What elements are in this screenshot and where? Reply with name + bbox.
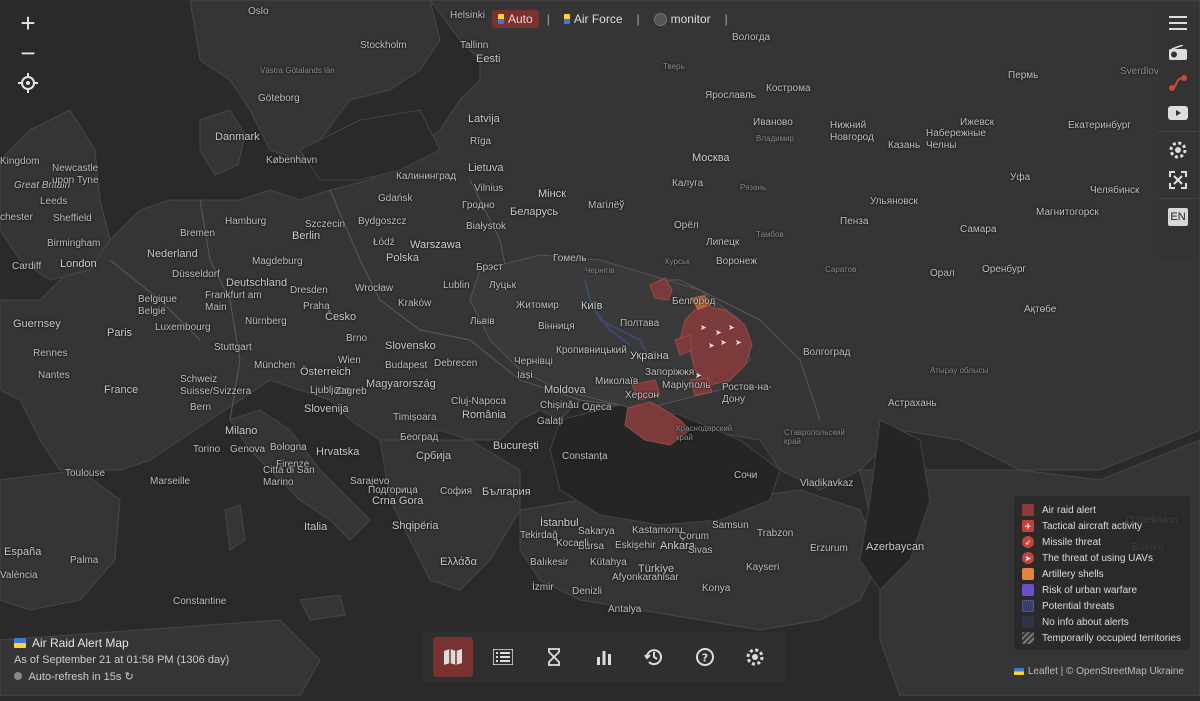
- divider: [1158, 131, 1198, 132]
- artillery-swatch: [1022, 568, 1034, 580]
- legend-item: No info about alerts: [1022, 614, 1182, 630]
- legend-item: ➤ The threat of using UAVs: [1022, 550, 1182, 566]
- language-label: EN: [1168, 208, 1188, 226]
- legend-label: Temporarily occupied territories: [1042, 632, 1181, 644]
- svg-text:➤: ➤: [715, 328, 722, 337]
- air-raid-alert-swatch: [1022, 504, 1034, 516]
- refresh-icon[interactable]: ↻: [124, 671, 133, 683]
- map-view-button[interactable]: [433, 637, 474, 677]
- mode-separator: |: [636, 12, 640, 26]
- radio-icon: [1169, 45, 1187, 60]
- mode-auto-button[interactable]: Auto: [492, 10, 539, 28]
- youtube-icon: [1168, 106, 1188, 120]
- urban-warfare-swatch: [1022, 584, 1034, 596]
- app-title: Air Raid Alert Map: [32, 636, 129, 650]
- no-info-swatch: [1022, 616, 1034, 628]
- gear-icon: [746, 648, 764, 666]
- auto-refresh-text: Auto-refresh in 15s: [28, 671, 122, 683]
- legend-item: ✈ Tactical aircraft activity: [1022, 518, 1182, 534]
- help-icon: ?: [695, 648, 714, 666]
- crosshair-icon: [18, 73, 38, 93]
- legend-label: Potential threats: [1042, 600, 1115, 612]
- zoom-controls: + −: [8, 8, 48, 98]
- legend-label: The threat of using UAVs: [1042, 552, 1153, 564]
- hourglass-icon: [547, 648, 560, 666]
- mode-separator: |: [546, 12, 550, 26]
- legend-label: Artillery shells: [1042, 568, 1104, 580]
- ukraine-flag-icon: [1013, 668, 1024, 675]
- youtube-button[interactable]: [1158, 98, 1198, 128]
- svg-text:➤: ➤: [708, 341, 715, 350]
- legend-item: Risk of urban warfare: [1022, 582, 1182, 598]
- menu-icon: [1169, 16, 1187, 30]
- legend-item: ➶ Missile threat: [1022, 534, 1182, 550]
- svg-text:➤: ➤: [728, 323, 735, 332]
- ukraine-flag-icon: [498, 14, 504, 24]
- potential-threats-swatch: [1022, 600, 1034, 612]
- svg-text:?: ?: [701, 652, 707, 665]
- locate-button[interactable]: [8, 68, 48, 98]
- legend-item: Air raid alert: [1022, 502, 1182, 518]
- zoom-out-button[interactable]: −: [8, 38, 48, 68]
- auto-refresh-row[interactable]: Auto-refresh in 15s ↻: [14, 670, 244, 683]
- mode-monitor-button[interactable]: monitor: [648, 10, 717, 28]
- language-button[interactable]: EN: [1158, 202, 1198, 232]
- legend-label: Risk of urban warfare: [1042, 584, 1138, 596]
- routes-button[interactable]: [1158, 68, 1198, 98]
- mode-separator: |: [724, 12, 728, 26]
- timer-button[interactable]: [534, 637, 574, 677]
- right-toolbar: EN: [1158, 8, 1198, 260]
- ukraine-flag-icon: [14, 638, 26, 648]
- map-legend: Air raid alert ✈ Tactical aircraft activ…: [1014, 496, 1190, 650]
- bar-chart-icon: [596, 651, 611, 665]
- legend-item: Potential threats: [1022, 598, 1182, 614]
- legend-label: Air raid alert: [1042, 504, 1096, 516]
- air-force-icon: [563, 14, 570, 24]
- route-icon: [1169, 75, 1187, 91]
- mode-auto-label: Auto: [508, 12, 533, 26]
- legend-item: Artillery shells: [1022, 566, 1182, 582]
- help-button[interactable]: ?: [685, 637, 725, 677]
- divider: [1158, 198, 1198, 199]
- status-dot-icon: [14, 672, 22, 680]
- svg-text:➤: ➤: [735, 338, 742, 347]
- gear-icon: [1169, 141, 1187, 159]
- history-button[interactable]: [634, 637, 674, 677]
- mode-air-force-label: Air Force: [573, 12, 623, 26]
- settings-button[interactable]: [1158, 135, 1198, 165]
- history-icon: [644, 649, 663, 666]
- radio-button[interactable]: [1158, 38, 1198, 68]
- svg-text:➤: ➤: [695, 371, 702, 380]
- attribution: Leaflet | © OpenStreetMap Ukraine: [1013, 666, 1184, 677]
- mode-air-force-button[interactable]: Air Force: [558, 10, 629, 28]
- settings-toolbar-button[interactable]: [735, 637, 775, 677]
- drone-icon: ➤: [1022, 552, 1034, 564]
- svg-text:➤: ➤: [720, 338, 727, 347]
- mode-bar: Auto | Air Force | monitor |: [492, 8, 728, 30]
- bottom-toolbar: ?: [422, 632, 786, 682]
- fullscreen-icon: [1169, 171, 1187, 189]
- map-icon: [444, 649, 463, 665]
- legend-label: Tactical aircraft activity: [1042, 520, 1143, 532]
- legend-label: Missile threat: [1042, 536, 1101, 548]
- monitor-icon: [653, 12, 667, 26]
- zoom-in-button[interactable]: +: [8, 8, 48, 38]
- legend-item: Temporarily occupied territories: [1022, 630, 1182, 646]
- menu-button[interactable]: [1158, 8, 1198, 38]
- mode-monitor-label: monitor: [670, 12, 711, 26]
- occupied-swatch: [1022, 632, 1034, 644]
- plane-icon: ✈: [1022, 520, 1034, 532]
- rocket-icon: ➶: [1022, 536, 1034, 548]
- fullscreen-button[interactable]: [1158, 165, 1198, 195]
- as-of-date: As of September 21 at 01:58 PM (1306 day…: [14, 654, 230, 666]
- list-view-button[interactable]: [483, 637, 523, 677]
- svg-text:➤: ➤: [700, 323, 707, 332]
- info-box: Air Raid Alert Map As of September 21 at…: [14, 636, 244, 683]
- attribution-text[interactable]: Leaflet | © OpenStreetMap Ukraine: [1028, 666, 1184, 677]
- app-title-row: Air Raid Alert Map: [14, 636, 244, 650]
- legend-label: No info about alerts: [1042, 616, 1129, 628]
- list-icon: [493, 649, 514, 665]
- stats-button[interactable]: [584, 637, 624, 677]
